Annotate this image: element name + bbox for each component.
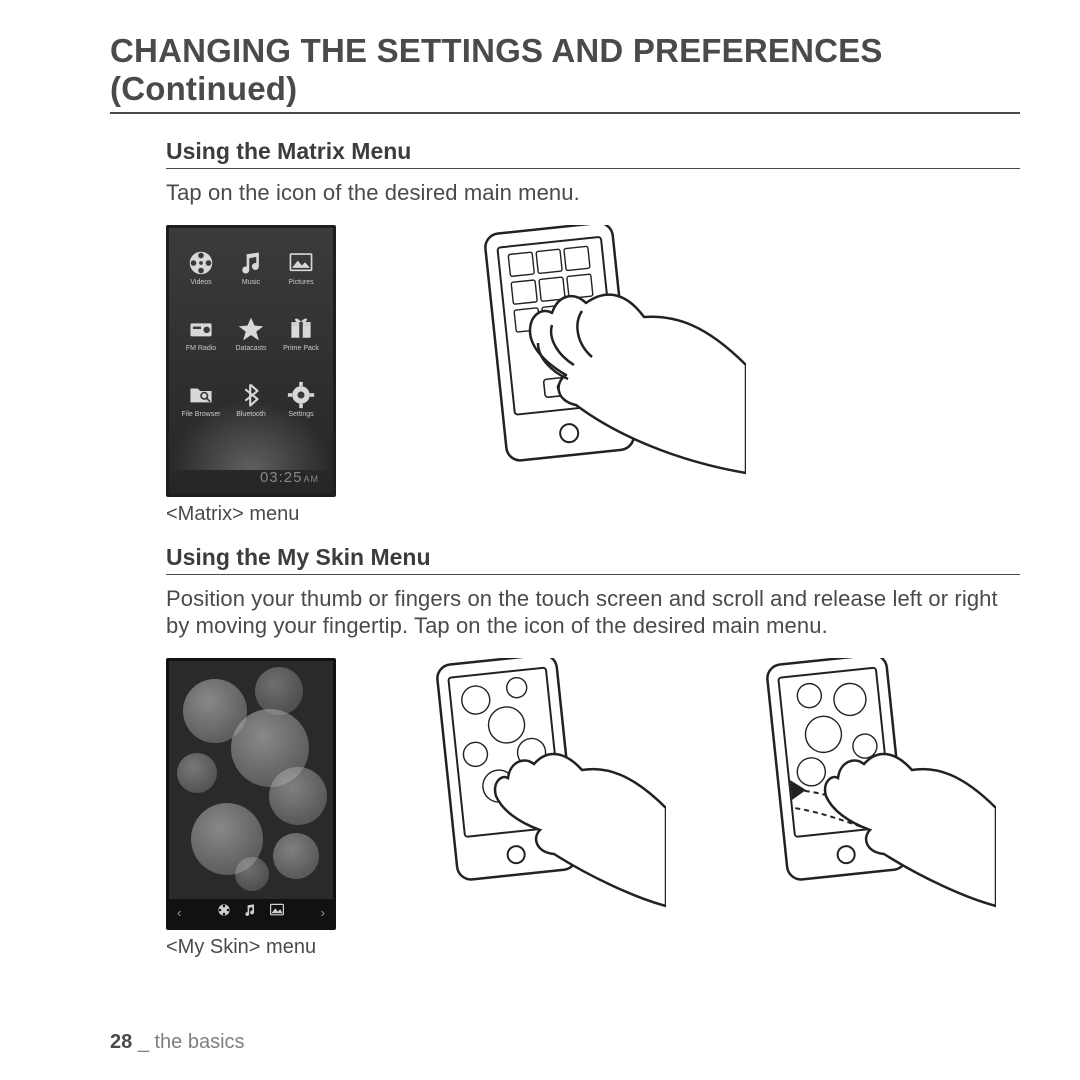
heading-matrix: Using the Matrix Menu xyxy=(166,138,1020,169)
chevron-left-icon: ‹ xyxy=(173,905,185,920)
page-number: 28 xyxy=(110,1031,132,1053)
body-matrix: Tap on the icon of the desired main menu… xyxy=(166,179,1020,207)
film-reel-icon xyxy=(216,902,232,923)
menu-item-datacasts: Datacasts xyxy=(227,302,275,366)
heading-myskin: Using the My Skin Menu xyxy=(166,544,1020,575)
page-title: CHANGING THE SETTINGS AND PREFERENCES (C… xyxy=(110,32,1020,114)
menu-item-settings: Settings xyxy=(277,368,325,432)
menu-item-filebrowser: File Browser xyxy=(177,368,225,432)
radio-icon xyxy=(184,315,218,343)
caption-matrix: <Matrix> menu xyxy=(166,503,336,526)
menu-label: Pictures xyxy=(288,279,313,286)
figure-myskin-menu: ‹ › <My Skin> menu xyxy=(166,658,336,959)
picture-icon xyxy=(284,249,318,277)
star-icon xyxy=(234,315,268,343)
footer-sep: _ xyxy=(138,1031,149,1053)
chevron-right-icon: › xyxy=(317,905,329,920)
music-note-icon xyxy=(234,249,268,277)
menu-label: Videos xyxy=(190,279,211,286)
figure-hand-swipe-right xyxy=(736,658,996,923)
gift-icon xyxy=(284,315,318,343)
menu-label: FM Radio xyxy=(186,345,216,352)
caption-myskin: <My Skin> menu xyxy=(166,936,336,959)
body-myskin: Position your thumb or fingers on the to… xyxy=(166,585,1020,640)
menu-label: Datacasts xyxy=(235,345,266,352)
menu-label: File Browser xyxy=(182,411,221,418)
clock-time: 03:25 xyxy=(260,469,303,486)
menu-label: Settings xyxy=(288,411,313,418)
figure-hand-swipe-left xyxy=(406,658,666,923)
menu-item-videos: Videos xyxy=(177,236,225,300)
menu-item-primepack: Prime Pack xyxy=(277,302,325,366)
gear-icon xyxy=(284,381,318,409)
menu-label: Bluetooth xyxy=(236,411,266,418)
figure-matrix-menu: Videos Music Pictures xyxy=(166,225,336,526)
skin-bottom-bar: ‹ › xyxy=(169,899,333,927)
menu-item-bluetooth: Bluetooth xyxy=(227,368,275,432)
clock-ampm: AM xyxy=(304,474,320,484)
menu-item-fmradio: FM Radio xyxy=(177,302,225,366)
page-footer: 28 _ the basics xyxy=(110,1031,245,1054)
film-reel-icon xyxy=(184,249,218,277)
footer-chapter: the basics xyxy=(155,1031,245,1053)
folder-search-icon xyxy=(184,381,218,409)
figure-hand-tap: 03:25AM xyxy=(446,225,746,490)
menu-item-pictures: Pictures xyxy=(277,236,325,300)
device-myskin: ‹ › xyxy=(166,658,336,930)
menu-label: Prime Pack xyxy=(283,345,319,352)
picture-icon xyxy=(268,902,286,923)
menu-item-music: Music xyxy=(227,236,275,300)
music-note-icon xyxy=(242,902,258,923)
bluetooth-icon xyxy=(234,381,268,409)
clock: 03:25AM xyxy=(260,469,319,486)
device-matrix: Videos Music Pictures xyxy=(166,225,336,497)
menu-label: Music xyxy=(242,279,260,286)
bokeh-bg xyxy=(169,661,333,899)
